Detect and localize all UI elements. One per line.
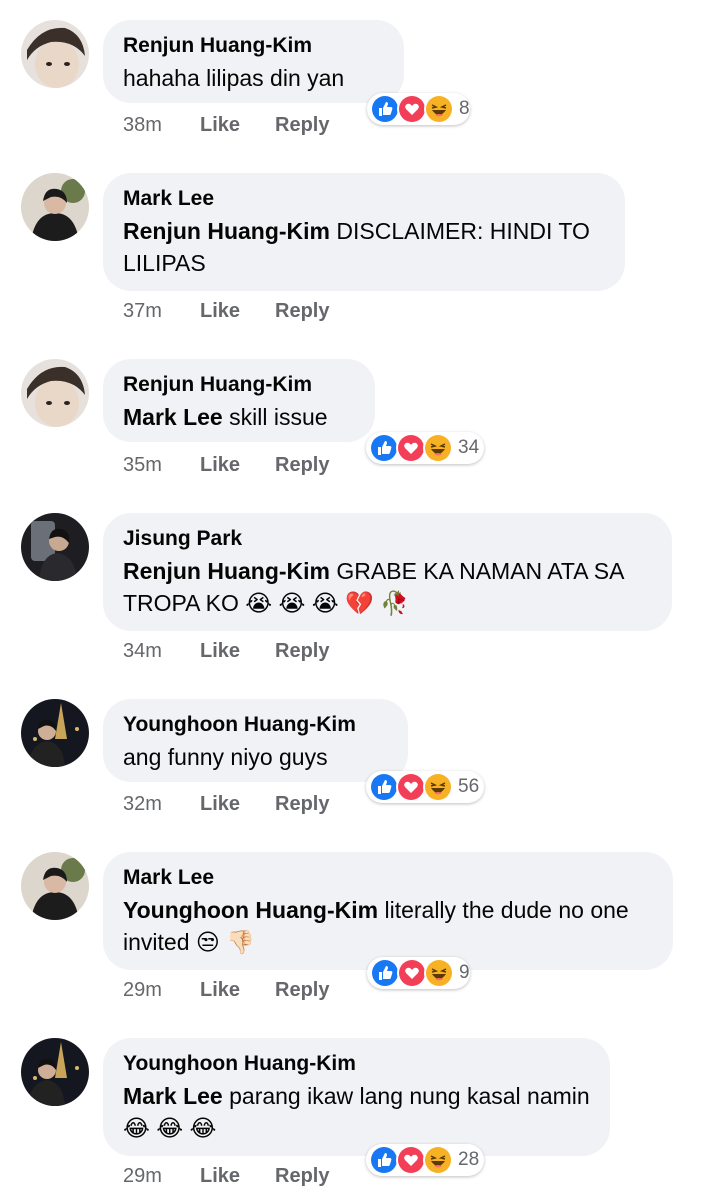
reaction-count: 8 bbox=[459, 98, 470, 119]
like-button[interactable]: Like bbox=[200, 300, 275, 323]
comment-author[interactable]: Renjun Huang-Kim bbox=[123, 33, 384, 59]
reaction-summary[interactable]: 8 bbox=[367, 93, 470, 125]
comment-actions: 32m Like Reply bbox=[123, 793, 329, 816]
comment-author[interactable]: Mark Lee bbox=[123, 186, 605, 212]
like-button[interactable]: Like bbox=[200, 793, 275, 816]
avatar-younghoon[interactable] bbox=[21, 1038, 89, 1106]
comment-bubble: Jisung Park Renjun Huang-Kim GRABE KA NA… bbox=[103, 513, 672, 631]
avatar-mark-lee[interactable] bbox=[21, 852, 89, 920]
comment-timestamp[interactable]: 34m bbox=[123, 640, 200, 663]
reaction-summary[interactable]: 9 bbox=[367, 957, 470, 989]
like-button[interactable]: Like bbox=[200, 1165, 275, 1188]
avatar-mark-lee[interactable] bbox=[21, 173, 89, 241]
comment-timestamp[interactable]: 35m bbox=[123, 454, 200, 477]
mention-link[interactable]: Renjun Huang-Kim bbox=[123, 558, 330, 584]
comment-actions: 38m Like Reply bbox=[123, 114, 329, 137]
haha-reaction-icon bbox=[423, 772, 453, 802]
comment-timestamp[interactable]: 37m bbox=[123, 300, 200, 323]
comment-bubble: Renjun Huang-Kim Mark Lee skill issue bbox=[103, 359, 375, 442]
love-reaction-icon bbox=[397, 958, 427, 988]
like-button[interactable]: Like bbox=[200, 979, 275, 1002]
avatar-jisung-park[interactable] bbox=[21, 513, 89, 581]
like-reaction-icon bbox=[369, 1145, 399, 1175]
comment-text: Renjun Huang-Kim GRABE KA NAMAN ATA SA T… bbox=[123, 558, 624, 616]
haha-reaction-icon bbox=[424, 94, 454, 124]
reaction-count: 56 bbox=[458, 776, 480, 797]
reaction-summary[interactable]: 56 bbox=[366, 771, 484, 803]
mention-link[interactable]: Younghoon Huang-Kim bbox=[123, 897, 378, 923]
like-button[interactable]: Like bbox=[200, 114, 275, 137]
love-reaction-icon bbox=[396, 772, 426, 802]
reply-button[interactable]: Reply bbox=[275, 1165, 329, 1188]
comment-timestamp[interactable]: 29m bbox=[123, 979, 200, 1002]
comment-text: hahaha lilipas din yan bbox=[123, 65, 345, 91]
comment-timestamp[interactable]: 32m bbox=[123, 793, 200, 816]
comment-actions: 35m Like Reply bbox=[123, 454, 329, 477]
love-reaction-icon bbox=[397, 94, 427, 124]
comment-bubble: Younghoon Huang-Kim Mark Lee parang ikaw… bbox=[103, 1038, 610, 1156]
like-reaction-icon bbox=[369, 433, 399, 463]
reaction-count: 9 bbox=[459, 962, 470, 983]
comment-author[interactable]: Renjun Huang-Kim bbox=[123, 372, 355, 398]
like-reaction-icon bbox=[369, 772, 399, 802]
avatar-renjun[interactable] bbox=[21, 20, 89, 88]
avatar-renjun[interactable] bbox=[21, 359, 89, 427]
comment-timestamp[interactable]: 38m bbox=[123, 114, 200, 137]
comment-timestamp[interactable]: 29m bbox=[123, 1165, 200, 1188]
comment-text: Mark Lee skill issue bbox=[123, 404, 328, 430]
like-button[interactable]: Like bbox=[200, 454, 275, 477]
reaction-summary[interactable]: 34 bbox=[366, 432, 484, 464]
comment-author[interactable]: Younghoon Huang-Kim bbox=[123, 712, 388, 738]
haha-reaction-icon bbox=[423, 1145, 453, 1175]
comment-bubble: Younghoon Huang-Kim ang funny niyo guys bbox=[103, 699, 408, 782]
love-reaction-icon bbox=[396, 433, 426, 463]
comment-author[interactable]: Jisung Park bbox=[123, 526, 652, 552]
reply-button[interactable]: Reply bbox=[275, 454, 329, 477]
reply-button[interactable]: Reply bbox=[275, 640, 329, 663]
mention-link[interactable]: Renjun Huang-Kim bbox=[123, 218, 330, 244]
comment-text: Renjun Huang-Kim DISCLAIMER: HINDI TO LI… bbox=[123, 218, 590, 276]
love-reaction-icon bbox=[396, 1145, 426, 1175]
comment-author[interactable]: Mark Lee bbox=[123, 865, 653, 891]
haha-reaction-icon bbox=[424, 958, 454, 988]
comment-bubble: Mark Lee Renjun Huang-Kim DISCLAIMER: HI… bbox=[103, 173, 625, 291]
like-reaction-icon bbox=[370, 958, 400, 988]
comment-actions: 29m Like Reply bbox=[123, 979, 329, 1002]
comment-actions: 29m Like Reply bbox=[123, 1165, 329, 1188]
comment-actions: 34m Like Reply bbox=[123, 640, 329, 663]
haha-reaction-icon bbox=[423, 433, 453, 463]
reaction-count: 34 bbox=[458, 437, 480, 458]
reply-button[interactable]: Reply bbox=[275, 793, 329, 816]
like-button[interactable]: Like bbox=[200, 640, 275, 663]
mention-link[interactable]: Mark Lee bbox=[123, 404, 223, 430]
comment-bubble: Renjun Huang-Kim hahaha lilipas din yan bbox=[103, 20, 404, 103]
like-reaction-icon bbox=[370, 94, 400, 124]
reply-button[interactable]: Reply bbox=[275, 979, 329, 1002]
comment-text: ang funny niyo guys bbox=[123, 744, 328, 770]
comment-bubble: Mark Lee Younghoon Huang-Kim literally t… bbox=[103, 852, 673, 970]
comment-text: Mark Lee parang ikaw lang nung kasal nam… bbox=[123, 1083, 590, 1141]
reply-button[interactable]: Reply bbox=[275, 300, 329, 323]
mention-link[interactable]: Mark Lee bbox=[123, 1083, 223, 1109]
reply-button[interactable]: Reply bbox=[275, 114, 329, 137]
comment-author[interactable]: Younghoon Huang-Kim bbox=[123, 1051, 590, 1077]
comment-text: Younghoon Huang-Kim literally the dude n… bbox=[123, 897, 629, 955]
reaction-summary[interactable]: 28 bbox=[366, 1144, 484, 1176]
reaction-count: 28 bbox=[458, 1149, 480, 1170]
avatar-younghoon[interactable] bbox=[21, 699, 89, 767]
comment-actions: 37m Like Reply bbox=[123, 300, 329, 323]
